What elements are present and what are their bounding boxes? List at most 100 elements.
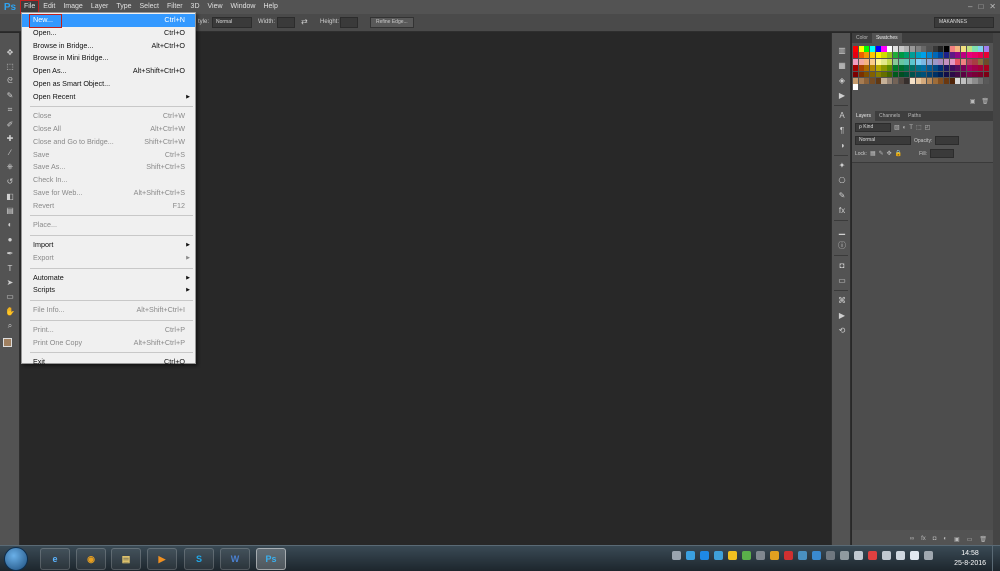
swatch[interactable]	[909, 71, 915, 78]
styles-icon[interactable]: fx	[832, 203, 852, 218]
file-menu-file-info[interactable]: File Info... Alt+Shift+Ctrl+I	[22, 304, 195, 317]
swatch[interactable]	[870, 77, 876, 84]
swatch[interactable]	[926, 52, 933, 59]
file-menu-exit[interactable]: Exit Ctrl+Q	[22, 356, 195, 369]
swatch[interactable]	[915, 71, 921, 78]
gradient-tool-icon[interactable]: ▤	[0, 203, 20, 217]
swatch[interactable]	[949, 58, 955, 65]
swatch[interactable]	[983, 52, 989, 59]
adjustments-icon[interactable]: ◑	[832, 138, 852, 153]
tab-channels[interactable]: Channels	[875, 111, 904, 121]
swatch[interactable]	[915, 52, 921, 59]
swatch[interactable]	[961, 65, 967, 71]
blend-mode-select[interactable]: Normal	[855, 136, 911, 145]
navigator-icon[interactable]: ▦	[832, 58, 852, 73]
swatch[interactable]	[926, 46, 933, 52]
lock-all-icon[interactable]: 🔒	[895, 150, 902, 157]
swatch[interactable]	[921, 71, 927, 78]
tray-icon[interactable]	[672, 551, 681, 560]
swatch[interactable]	[875, 65, 881, 71]
swatch[interactable]	[921, 65, 927, 71]
file-menu-open[interactable]: Open... Ctrl+O	[22, 27, 195, 40]
swatch[interactable]	[915, 46, 921, 52]
delete-swatch-icon[interactable]: 🗑	[981, 98, 989, 108]
swatch[interactable]	[887, 77, 893, 84]
swatch[interactable]	[858, 52, 864, 59]
swatch[interactable]	[921, 58, 927, 65]
swatch[interactable]	[944, 46, 950, 52]
swatch[interactable]	[858, 77, 864, 84]
swatch[interactable]	[904, 71, 910, 78]
file-menu-close-all[interactable]: Close All Alt+Ctrl+W	[22, 123, 195, 136]
swap-icon[interactable]: ⇄	[301, 17, 308, 26]
smart-object-filter-icon[interactable]: ◰	[925, 124, 931, 131]
chrome-taskbar-icon[interactable]: ◉	[76, 548, 106, 570]
adjustment-filter-icon[interactable]: ◐	[903, 125, 907, 131]
shape-tool-icon[interactable]: ▭	[0, 290, 20, 304]
swatch[interactable]	[926, 77, 933, 84]
swatch[interactable]	[978, 77, 984, 84]
swatch[interactable]	[932, 46, 938, 52]
swatch[interactable]	[853, 77, 859, 84]
tray-icon[interactable]	[686, 551, 695, 560]
swatch[interactable]	[983, 58, 989, 65]
swatch[interactable]	[875, 46, 881, 52]
swatch[interactable]	[961, 77, 967, 84]
swatch[interactable]	[938, 52, 944, 59]
swatch[interactable]	[898, 58, 904, 65]
dodge-tool-icon[interactable]: ●	[0, 232, 20, 246]
swatch[interactable]	[983, 71, 989, 78]
swatch[interactable]	[978, 46, 984, 52]
clock[interactable]: 14:58 25-8-2016	[954, 549, 986, 569]
show-desktop-button[interactable]	[992, 546, 1000, 571]
photoshop-taskbar-icon[interactable]: Ps	[256, 548, 286, 570]
swatch[interactable]	[870, 46, 876, 52]
minimize-button[interactable]: –	[968, 2, 972, 11]
swatch[interactable]	[926, 58, 933, 65]
swatch[interactable]	[870, 65, 876, 71]
lock-transparency-icon[interactable]: ▦	[870, 150, 876, 157]
file-menu-open-as[interactable]: Open As... Alt+Shift+Ctrl+O	[22, 65, 195, 78]
swatch[interactable]	[955, 71, 961, 78]
swatch[interactable]	[944, 71, 950, 78]
swatch[interactable]	[961, 71, 967, 78]
swatch[interactable]	[978, 52, 984, 59]
swatch[interactable]	[870, 71, 876, 78]
tray-icon[interactable]	[728, 551, 737, 560]
swatch[interactable]	[881, 65, 887, 71]
swatch[interactable]	[898, 65, 904, 71]
file-menu-automate[interactable]: Automate ▶	[22, 272, 195, 285]
hand-tool-icon[interactable]: ✋	[0, 304, 20, 318]
character-icon[interactable]: A	[832, 108, 852, 123]
tray-icon[interactable]	[868, 551, 877, 560]
close-window-button[interactable]: ✕	[989, 2, 996, 11]
file-menu-save[interactable]: Save Ctrl+S	[22, 149, 195, 162]
swatch[interactable]	[858, 71, 864, 78]
swatch[interactable]	[881, 58, 887, 65]
shape-filter-icon[interactable]: ⬚	[916, 124, 922, 131]
swatch[interactable]	[853, 71, 859, 78]
swatch[interactable]	[983, 65, 989, 71]
swatch[interactable]	[853, 52, 859, 59]
swatch[interactable]	[864, 65, 870, 71]
swatch[interactable]	[898, 46, 904, 52]
file-menu-open-recent[interactable]: Open Recent ▶	[22, 91, 195, 104]
swatch[interactable]	[864, 77, 870, 84]
layer-style-icon[interactable]: fx	[921, 536, 926, 542]
swatch[interactable]	[921, 46, 927, 52]
style-select[interactable]: Normal	[212, 17, 252, 28]
tray-icon[interactable]	[784, 551, 793, 560]
swatch[interactable]	[881, 52, 887, 59]
marquee-tool-icon[interactable]: ⬚	[0, 59, 20, 73]
swatch[interactable]	[932, 58, 938, 65]
swatch[interactable]	[898, 77, 904, 84]
swatch[interactable]	[915, 65, 921, 71]
swatch[interactable]	[966, 71, 972, 78]
menu-help[interactable]: Help	[259, 0, 281, 14]
swatch[interactable]	[944, 58, 950, 65]
swatch[interactable]	[864, 52, 870, 59]
swatch[interactable]	[915, 77, 921, 84]
swatch[interactable]	[972, 65, 978, 71]
tray-icon[interactable]	[812, 551, 821, 560]
swatch[interactable]	[904, 77, 910, 84]
